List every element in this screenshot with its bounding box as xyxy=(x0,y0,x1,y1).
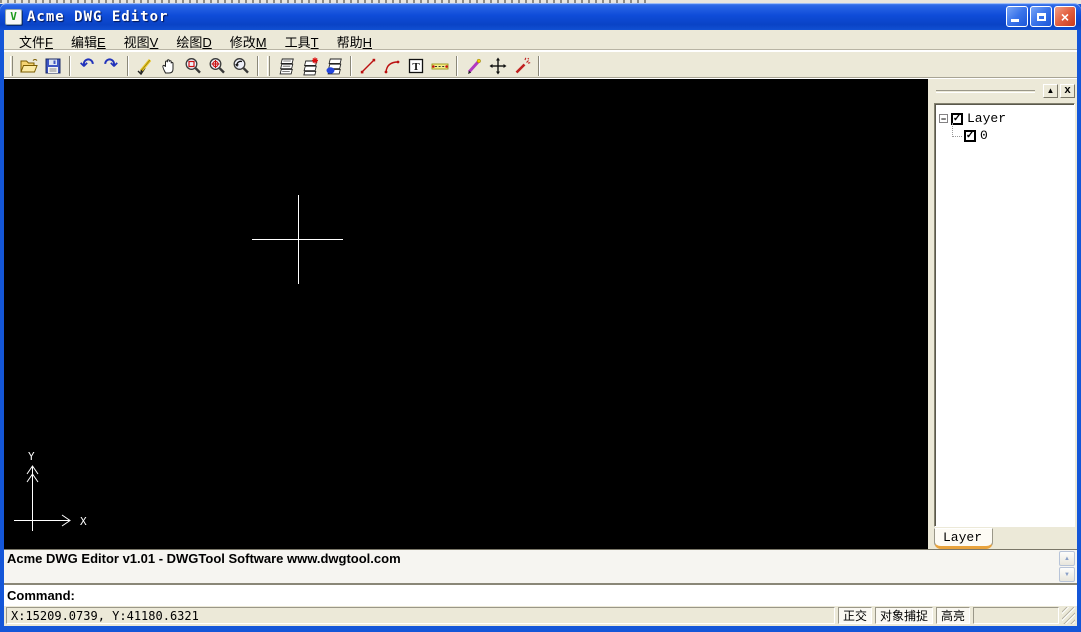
minimize-icon xyxy=(1011,19,1019,22)
close-button[interactable]: × xyxy=(1054,6,1076,27)
highlight-toggle[interactable]: 高亮 xyxy=(936,607,970,624)
scroll-up-icon: ▲ xyxy=(1064,556,1070,562)
scroll-up-button[interactable]: ▲ xyxy=(1059,551,1075,566)
scroll-down-icon: ▼ xyxy=(1064,572,1070,578)
maximize-icon xyxy=(1037,13,1046,21)
zoom-previous-icon[interactable] xyxy=(229,54,253,78)
panel-close-button[interactable]: x xyxy=(1060,84,1075,98)
layer-list-icon[interactable] xyxy=(274,54,298,78)
sketch-pencil-icon[interactable] xyxy=(133,54,157,78)
menu-view[interactable]: 视图V xyxy=(115,30,168,53)
ucs-x-label: X xyxy=(80,515,87,528)
crosshair-cursor xyxy=(252,195,343,284)
status-bar: X:15209.0739, Y:41180.6321 正交 对象捕捉 高亮 xyxy=(4,606,1077,626)
ucs-axis-icon: Y X xyxy=(14,450,87,531)
layer-tree: − ✓ Layer ✓ 0 xyxy=(934,103,1075,527)
tree-collapse-icon[interactable]: − xyxy=(939,114,948,123)
menu-help[interactable]: 帮助H xyxy=(328,30,381,53)
menu-draw[interactable]: 绘图D xyxy=(167,30,220,53)
toolbar: ↶ ↷ xyxy=(4,52,1077,79)
menu-tools[interactable]: 工具T xyxy=(276,30,328,53)
resize-grip-icon[interactable] xyxy=(1062,607,1075,624)
zoom-window-icon[interactable] xyxy=(181,54,205,78)
app-icon: V xyxy=(5,9,22,25)
window-title: Acme DWG Editor xyxy=(27,9,1006,25)
toolbar-grip[interactable] xyxy=(267,56,270,76)
toolbar-separator xyxy=(69,56,71,76)
move-icon[interactable] xyxy=(486,54,510,78)
command-history[interactable]: Acme DWG Editor v1.01 - DWGTool Software… xyxy=(4,549,1077,583)
layer-current-icon[interactable] xyxy=(322,54,346,78)
object-snap-toggle[interactable]: 对象捕捉 xyxy=(875,607,933,624)
title-bar: V Acme DWG Editor × xyxy=(0,3,1081,30)
menu-file[interactable]: 文件F xyxy=(10,30,62,53)
menu-bar: 文件F 编辑E 视图V 绘图D 修改M 工具T 帮助H xyxy=(4,30,1077,52)
match-wand-icon[interactable] xyxy=(510,54,534,78)
app-window: V Acme DWG Editor × 文件F 编辑E 视图V 绘图D 修改M … xyxy=(0,0,1081,632)
ucs-y-label: Y xyxy=(28,450,35,463)
command-input[interactable]: Command: xyxy=(4,583,1077,606)
layer-0-label[interactable]: 0 xyxy=(980,128,988,143)
command-banner-text: Acme DWG Editor v1.01 - DWGTool Software… xyxy=(7,551,1057,566)
toolbar-separator xyxy=(456,56,458,76)
dimension-icon[interactable] xyxy=(428,54,452,78)
layer-0-checkbox[interactable]: ✓ xyxy=(964,130,976,142)
undo-icon[interactable]: ↶ xyxy=(75,54,99,78)
minimize-button[interactable] xyxy=(1006,6,1028,27)
coordinate-readout: X:15209.0739, Y:41180.6321 xyxy=(6,607,835,624)
layer-tree-child-row: ✓ 0 xyxy=(952,127,1072,144)
open-file-icon[interactable] xyxy=(17,54,41,78)
layer-new-icon[interactable] xyxy=(298,54,322,78)
redo-icon[interactable]: ↷ xyxy=(99,54,123,78)
toolbar-separator xyxy=(350,56,352,76)
drawing-canvas[interactable]: Y X xyxy=(4,79,928,549)
app-icon-letter: V xyxy=(10,10,17,23)
collapse-arrow-icon: ▲ xyxy=(1047,87,1055,95)
layer-panel-header: ▲ x xyxy=(934,83,1075,99)
command-prompt: Command: xyxy=(7,588,75,603)
menu-modify[interactable]: 修改M xyxy=(221,30,276,53)
panel-grip[interactable] xyxy=(936,90,1035,93)
text-icon[interactable]: T xyxy=(404,54,428,78)
panel-collapse-button[interactable]: ▲ xyxy=(1043,84,1058,98)
layer-panel: ▲ x − ✓ Layer ✓ 0 Layer xyxy=(928,79,1077,549)
zoom-extents-icon[interactable] xyxy=(205,54,229,78)
scroll-down-button[interactable]: ▼ xyxy=(1059,567,1075,582)
modify-pencil-icon[interactable] xyxy=(462,54,486,78)
svg-text:T: T xyxy=(412,61,420,73)
panel-close-icon: x xyxy=(1064,85,1071,97)
layer-tab[interactable]: Layer xyxy=(934,528,993,549)
check-icon: ✓ xyxy=(966,131,974,141)
maximize-button[interactable] xyxy=(1030,6,1052,27)
command-scrollbar: ▲ ▼ xyxy=(1059,551,1076,582)
menu-edit[interactable]: 编辑E xyxy=(62,30,115,53)
toolbar-separator xyxy=(538,56,540,76)
close-icon: × xyxy=(1061,10,1069,24)
tree-connector xyxy=(952,123,962,137)
toolbar-grip[interactable] xyxy=(10,56,13,76)
toolbar-separator xyxy=(257,56,259,76)
pan-hand-icon[interactable] xyxy=(157,54,181,78)
toolbar-separator xyxy=(127,56,129,76)
ortho-toggle[interactable]: 正交 xyxy=(838,607,872,624)
save-icon[interactable] xyxy=(41,54,65,78)
layer-root-label[interactable]: Layer xyxy=(967,111,1006,126)
arc-icon[interactable] xyxy=(380,54,404,78)
status-spacer xyxy=(973,607,1059,624)
line-icon[interactable] xyxy=(356,54,380,78)
